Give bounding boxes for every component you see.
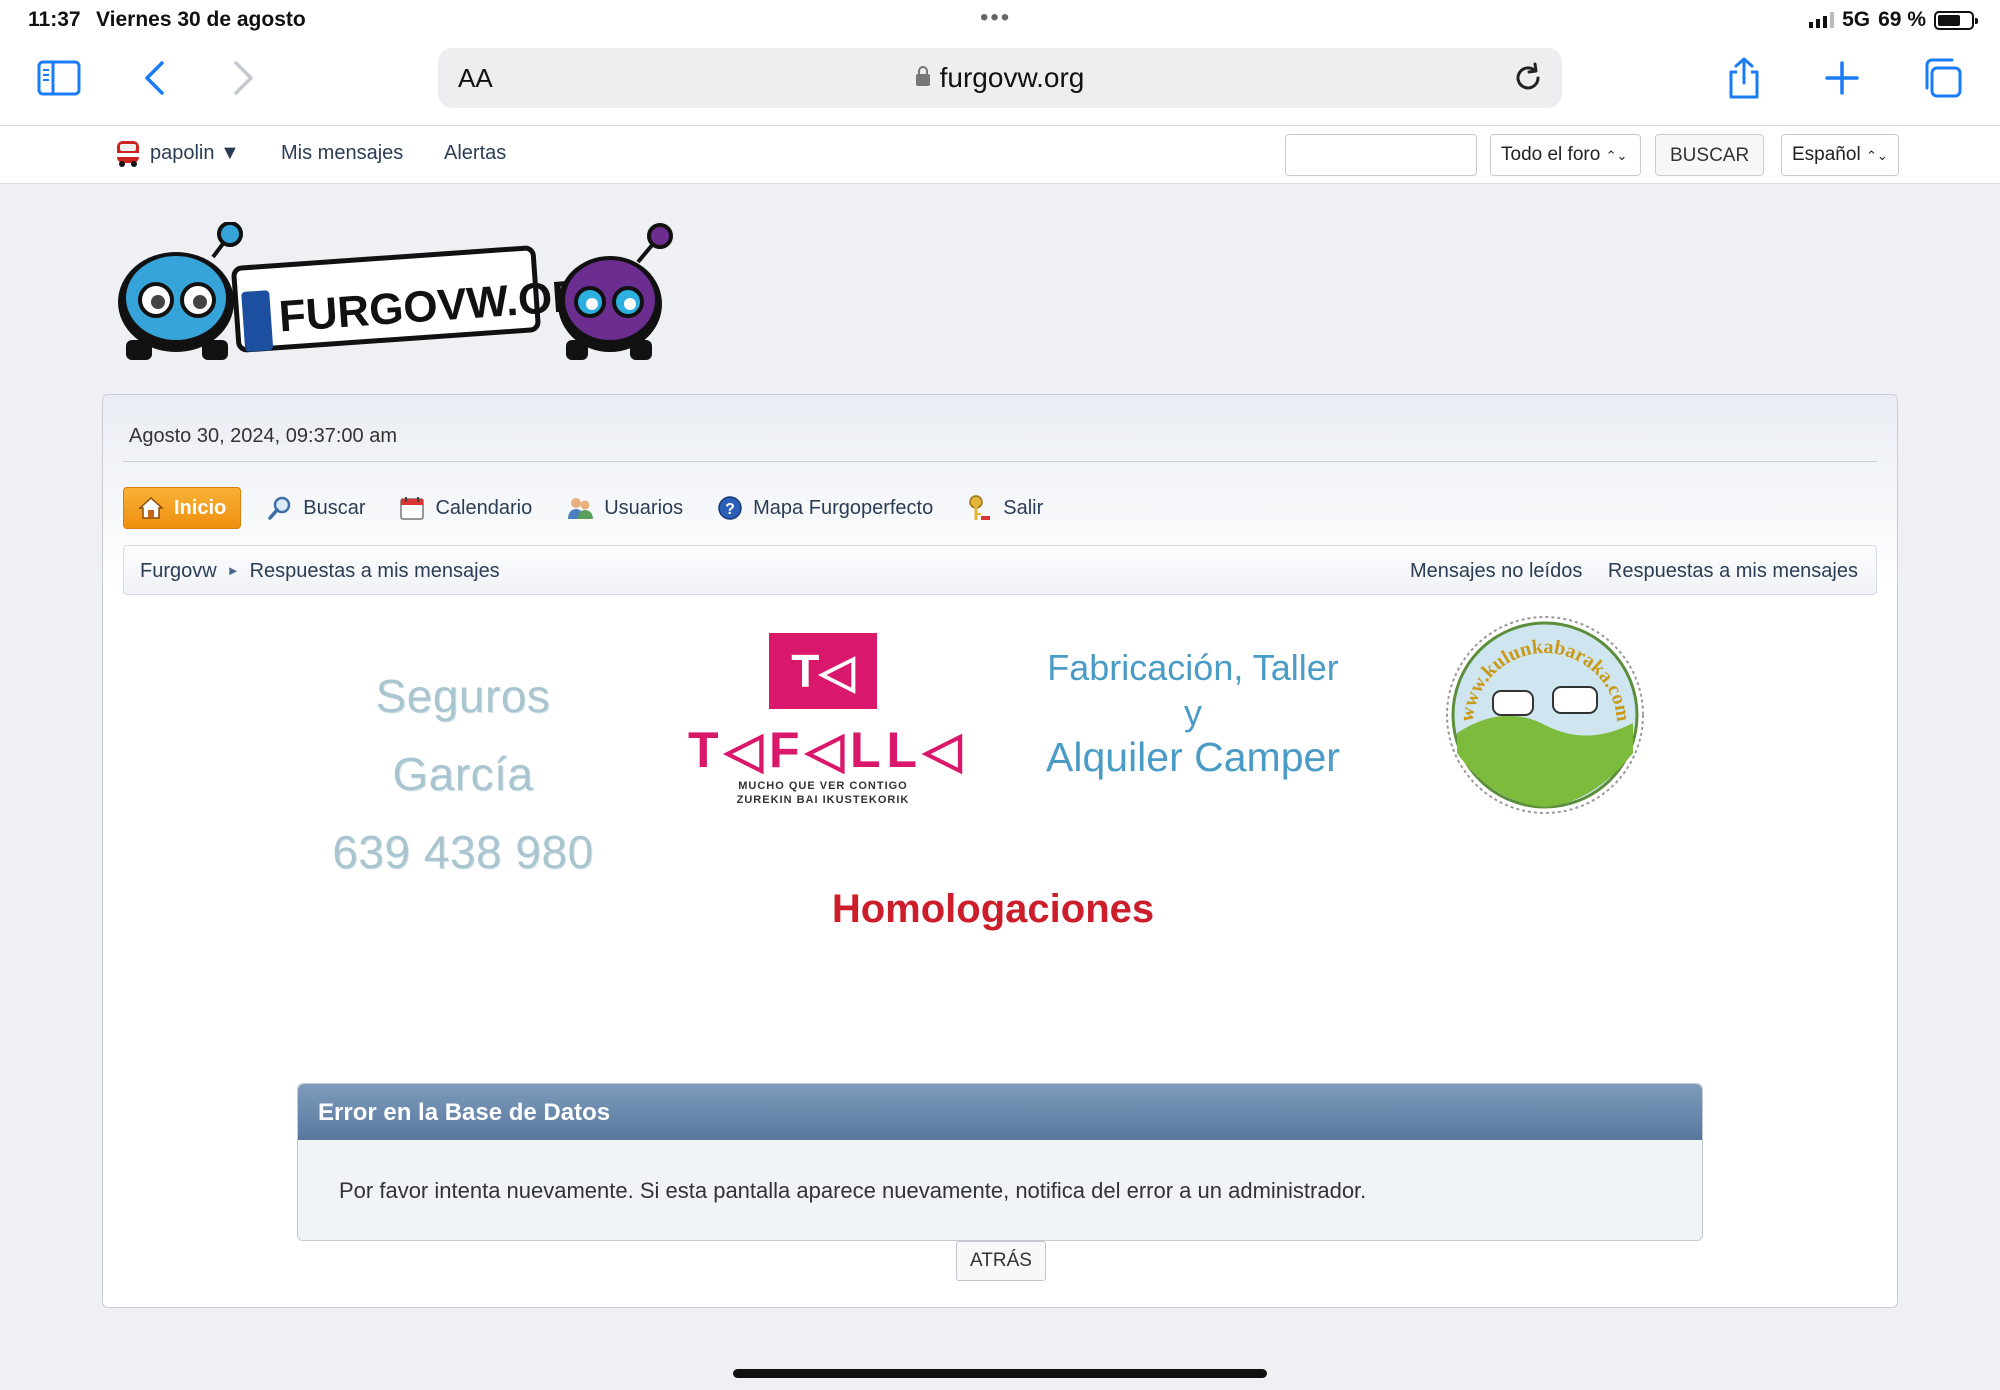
status-date: Viernes 30 de agosto	[96, 8, 306, 31]
search-scope-value: Todo el foro	[1501, 144, 1601, 165]
help-icon: ?	[718, 496, 742, 520]
users-icon	[568, 498, 594, 519]
back-arrow-icon[interactable]	[130, 56, 178, 100]
search-scope-select[interactable]: Todo el foro ⌃⌄	[1490, 134, 1641, 176]
divider	[123, 461, 1877, 462]
battery-icon	[1934, 10, 1978, 30]
error-title: Error en la Base de Datos	[298, 1084, 1702, 1140]
language-value: Español	[1792, 144, 1861, 165]
breadcrumb: Furgovw ► Respuestas a mis mensajes Mensaj…	[123, 545, 1877, 595]
menu-label: Mapa Furgoperfecto	[753, 496, 934, 519]
fabric-line-3: Alquiler Camper	[1046, 734, 1340, 780]
menu-item-buscar[interactable]: Buscar	[267, 495, 365, 521]
share-icon[interactable]	[1720, 56, 1768, 100]
main-panel: Agosto 30, 2024, 09:37:00 am Inicio Busc…	[102, 394, 1898, 1308]
forward-arrow-icon[interactable]	[220, 56, 268, 100]
menu-item-mapa-furgoperfecto[interactable]: ? Mapa Furgoperfecto	[717, 495, 933, 521]
furgovw-logo[interactable]: FURGOVW.ORG	[118, 222, 688, 362]
replies-link[interactable]: Respuestas a mis mensajes	[1608, 560, 1858, 582]
menu-label: Calendario	[435, 496, 533, 519]
svg-text:?: ?	[725, 501, 735, 518]
fabric-line-1: Fabricación, Taller	[1047, 647, 1339, 688]
network-label: 5G	[1842, 8, 1871, 31]
status-time: 11:37	[28, 8, 81, 31]
breadcrumb-trail: Furgovw ► Respuestas a mis mensajes	[140, 560, 500, 583]
forum-user-bar: papolin ▼ Mis mensajes Alertas Todo el f…	[0, 126, 2000, 184]
select-chevron-icon: ⌃⌄	[1865, 148, 1888, 163]
multitasking-dots-icon[interactable]: •••	[980, 4, 1011, 32]
error-box: Error en la Base de Datos Por favor inte…	[297, 1083, 1703, 1241]
van-avatar-icon	[117, 141, 139, 167]
search-button[interactable]: BUSCAR	[1655, 134, 1765, 176]
alerts-link[interactable]: Alertas	[444, 142, 506, 165]
status-bar: 11:37 Viernes 30 de agosto ••• 5G 69 %	[0, 0, 2000, 38]
address-bar[interactable]: AA furgovw.org	[438, 48, 1562, 108]
unread-messages-link[interactable]: Mensajes no leídos	[1410, 560, 1582, 582]
reload-icon[interactable]	[1510, 60, 1546, 96]
sidebar-toggle-icon[interactable]	[35, 56, 83, 100]
forum-search-input[interactable]	[1285, 134, 1477, 176]
status-right: 5G 69 %	[1809, 8, 1978, 32]
key-icon	[969, 495, 991, 520]
select-chevron-icon: ⌃⌄	[1605, 148, 1628, 163]
tabs-overview-icon[interactable]	[1918, 56, 1966, 100]
menu-label: Salir	[1003, 496, 1044, 519]
battery-percent: 69 %	[1878, 8, 1926, 31]
lock-icon	[915, 66, 930, 86]
sponsor-seguros-garcia[interactable]: Seguros García 639 438 980	[303, 657, 623, 878]
current-datetime: Agosto 30, 2024, 09:37:00 am	[129, 425, 397, 447]
main-menu: Inicio Buscar Calendario Usuarios ? Mapa…	[123, 487, 1077, 529]
sponsor-fabricacion-camper[interactable]: Fabricación, Taller y Alquiler Camper	[1003, 645, 1383, 805]
signal-icon	[1809, 12, 1835, 28]
breadcrumb-root-link[interactable]: Furgovw	[140, 560, 217, 582]
menu-label: Inicio	[174, 496, 227, 519]
menu-item-usuarios[interactable]: Usuarios	[566, 495, 683, 521]
language-select[interactable]: Español ⌃⌄	[1781, 134, 1899, 176]
sponsor-homologaciones[interactable]: Homologaciones	[793, 887, 1193, 932]
my-messages-link[interactable]: Mis mensajes	[281, 142, 403, 165]
menu-label: Buscar	[303, 496, 366, 519]
menu-item-salir[interactable]: Salir	[967, 494, 1043, 522]
tafalla-slogan-2: ZUREKIN BAI IKUSTEKORIK	[736, 794, 910, 806]
error-message: Por favor intenta nuevamente. Si esta pa…	[339, 1178, 1367, 1203]
menu-label: Usuarios	[604, 496, 684, 519]
breadcrumb-separator-icon: ►	[226, 563, 240, 578]
fabric-line-2: y	[1184, 692, 1202, 733]
sponsor-kulunkabaraka[interactable]: www.kulunkabaraka.com	[1443, 613, 1647, 817]
tafalla-logo-mark: T◁	[769, 633, 877, 709]
menu-item-calendario[interactable]: Calendario	[399, 495, 532, 521]
url-domain[interactable]: furgovw.org	[438, 62, 1562, 94]
breadcrumb-links: Mensajes no leídos Respuestas a mis mens…	[1390, 560, 1858, 583]
browser-toolbar: AA furgovw.org	[0, 38, 2000, 126]
new-tab-plus-icon[interactable]	[1818, 56, 1866, 100]
breadcrumb-current[interactable]: Respuestas a mis mensajes	[250, 560, 500, 582]
domain-text: furgovw.org	[939, 62, 1085, 93]
seguros-phone: 639 438 980	[332, 826, 594, 878]
calendar-icon	[400, 497, 425, 520]
tafalla-slogan-1: MUCHO QUE VER CONTIGO	[738, 780, 908, 792]
seguros-name: Seguros García	[375, 670, 551, 800]
menu-item-inicio[interactable]: Inicio	[123, 487, 242, 529]
magnifier-icon	[268, 496, 291, 520]
user-menu[interactable]: papolin ▼	[150, 142, 240, 165]
tafalla-wordmark: T◁F◁LL◁	[688, 722, 968, 778]
home-icon	[138, 496, 164, 519]
home-indicator[interactable]	[733, 1369, 1267, 1378]
sponsor-tafalla[interactable]: T◁ T◁F◁LL◁ MUCHO QUE VER CONTIGO ZUREKIN…	[688, 633, 968, 823]
back-button[interactable]: ATRÁS	[956, 1241, 1046, 1281]
